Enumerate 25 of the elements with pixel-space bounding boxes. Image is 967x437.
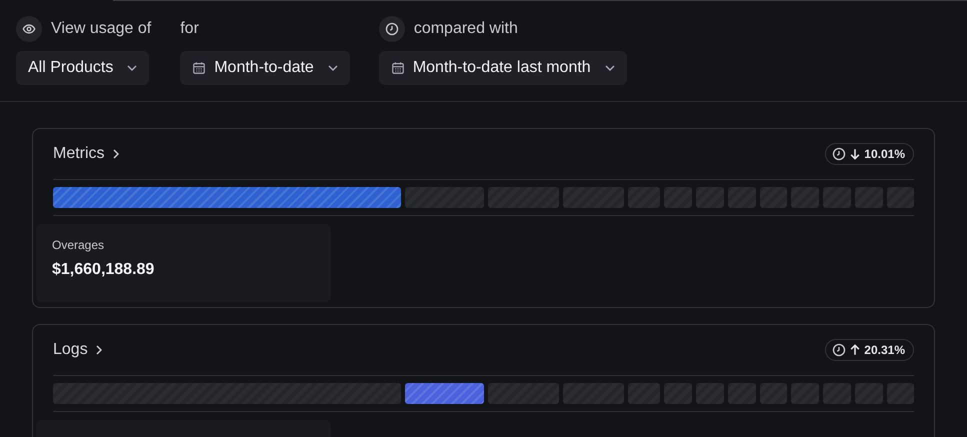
calendar-icon [192,61,206,75]
chevron-right-icon [112,149,119,159]
card-title-link[interactable]: Logs [53,341,102,359]
filter-dropdown[interactable]: Month-to-date [180,51,350,85]
arrow-up-icon [849,343,862,357]
filter-label: compared with [414,20,518,38]
trend-badge: 10.01% [825,143,914,165]
stat-label: Overages [52,238,106,252]
card-title-link[interactable]: Metrics [53,145,119,163]
chevron-right-icon [96,345,102,355]
caret-icon [328,65,338,71]
clock-icon [384,22,399,36]
calendar-icon [390,61,405,75]
trend-badge: 20.31% [825,339,914,361]
filter-label: View usage of [51,20,152,38]
filter-dropdown[interactable]: All Products [16,51,150,85]
eye-icon [22,22,36,36]
filter-dropdown[interactable]: Month-to-date last month [378,51,627,85]
caret-icon [127,65,138,71]
arrow-down-icon [849,147,862,161]
clock-icon [832,147,846,161]
filter-label: for [180,20,199,38]
clock-icon [832,343,846,357]
stat-value: $1,660,188.89 [52,261,156,279]
caret-icon [604,65,615,71]
